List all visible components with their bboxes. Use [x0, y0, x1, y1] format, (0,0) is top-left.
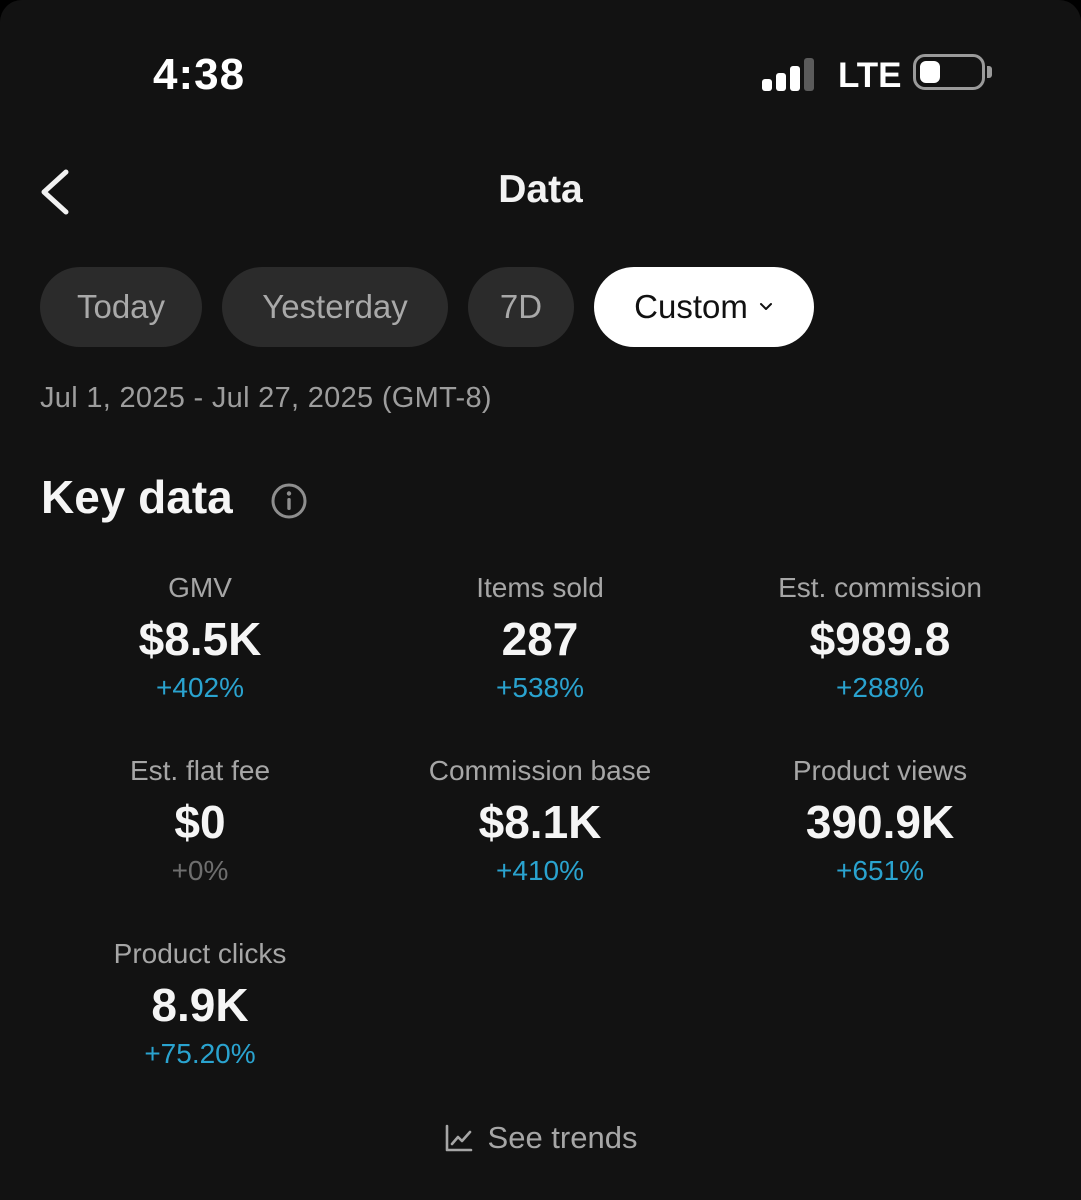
- tab-custom[interactable]: Custom: [594, 267, 814, 347]
- tab-label: 7D: [499, 288, 543, 325]
- status-time: 4:38: [153, 50, 246, 99]
- metric-value: $8.1K: [478, 796, 602, 848]
- section-title: Key data: [41, 471, 233, 523]
- see-trends-label: See trends: [487, 1120, 638, 1155]
- tab-7d[interactable]: 7D: [468, 267, 574, 347]
- metric-change: +0%: [171, 855, 229, 886]
- metric-value: 390.9K: [805, 796, 955, 848]
- metric-change: +651%: [836, 855, 924, 886]
- tab-yesterday[interactable]: Yesterday: [222, 267, 448, 347]
- date-range: Jul 1, 2025 - Jul 27, 2025 (GMT-8): [40, 382, 492, 414]
- metric-label: Est. flat fee: [129, 755, 271, 786]
- metric-value: 287: [501, 613, 579, 665]
- metric-label: Items sold: [476, 572, 604, 603]
- metric-value: $989.8: [809, 613, 951, 665]
- metric-items-sold: Items sold 287 +538%: [370, 571, 710, 705]
- metric-commission-base: Commission base $8.1K +410%: [370, 754, 710, 888]
- metric-est-commission: Est. commission $989.8 +288%: [710, 571, 1050, 705]
- see-trends-button[interactable]: See trends: [0, 1120, 1081, 1156]
- metric-label: Product views: [792, 755, 968, 786]
- metric-est-flat-fee: Est. flat fee $0 +0%: [30, 754, 370, 888]
- tab-label: Today: [76, 288, 166, 325]
- metric-value: $8.5K: [138, 613, 262, 665]
- metric-label: Est. commission: [778, 572, 982, 603]
- metric-change: +288%: [836, 672, 924, 703]
- page-title: Data: [498, 168, 583, 211]
- line-chart-icon: [445, 1124, 472, 1152]
- metric-label: GMV: [168, 572, 232, 603]
- chevron-down-icon: [759, 303, 772, 310]
- metric-product-clicks: Product clicks 8.9K +75.20%: [30, 937, 370, 1071]
- signal-icon: [762, 55, 818, 91]
- metric-value: $0: [174, 796, 226, 848]
- metric-value: 8.9K: [151, 979, 249, 1031]
- tab-label: Custom: [634, 288, 748, 325]
- metric-label: Product clicks: [113, 938, 287, 969]
- network-label: LTE: [838, 56, 902, 95]
- metric-change: +410%: [496, 855, 584, 886]
- metric-change: +75.20%: [144, 1038, 256, 1069]
- data-screen: 4:38 LTE Data Today Yesterday 7D Custom …: [0, 0, 1081, 1200]
- tab-today[interactable]: Today: [40, 267, 202, 347]
- metric-gmv: GMV $8.5K +402%: [30, 571, 370, 705]
- metric-change: +402%: [156, 672, 244, 703]
- metric-change: +538%: [496, 672, 584, 703]
- tab-label: Yesterday: [262, 288, 408, 325]
- info-icon[interactable]: [270, 482, 308, 520]
- metric-product-views: Product views 390.9K +651%: [710, 754, 1050, 888]
- battery-icon: [913, 54, 992, 90]
- metric-label: Commission base: [428, 755, 652, 786]
